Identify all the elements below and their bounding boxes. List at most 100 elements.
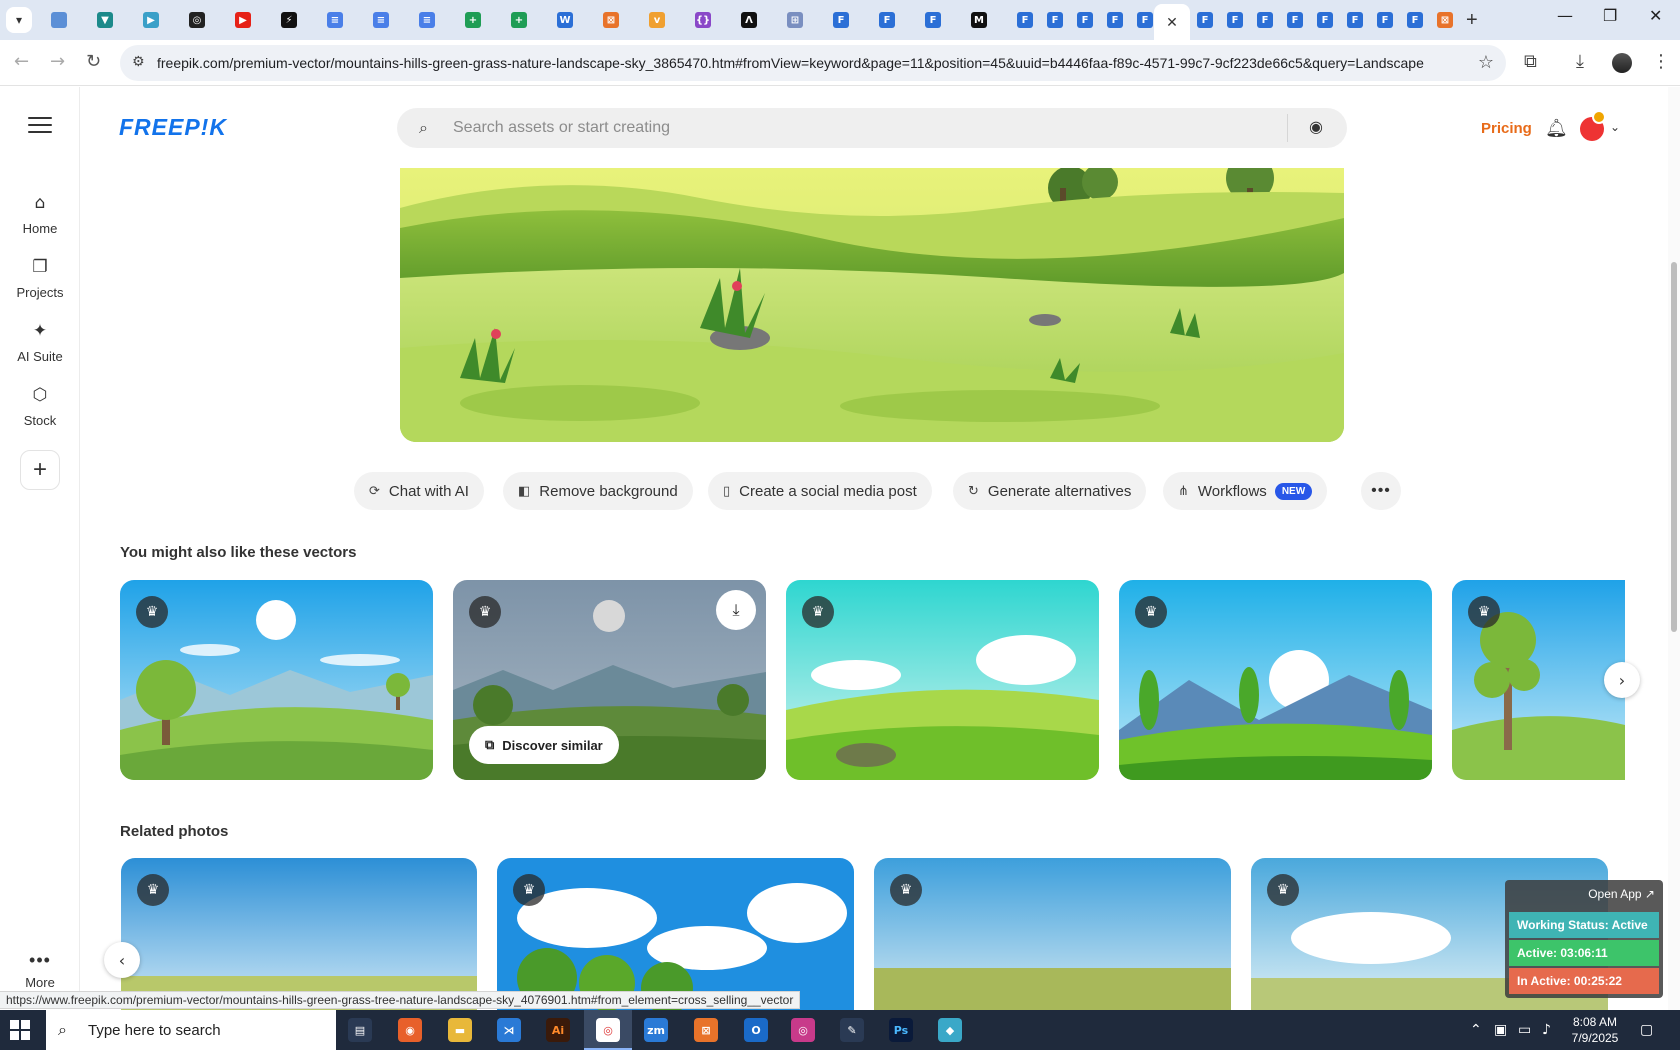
browser-profile-avatar[interactable]: [1612, 53, 1632, 73]
browser-tab[interactable]: ⊞: [783, 8, 807, 32]
browser-tab[interactable]: ≡: [415, 8, 439, 32]
browser-tab[interactable]: M: [967, 8, 991, 32]
minimize-window-button[interactable]: —: [1557, 6, 1573, 25]
tray-chevron-up-icon[interactable]: ⌃: [1470, 1022, 1482, 1038]
chat-with-ai-button[interactable]: ⟳ Chat with AI: [354, 472, 484, 510]
reload-icon[interactable]: ↻: [86, 51, 101, 72]
browser-tab[interactable]: F: [1013, 8, 1037, 32]
downloads-icon[interactable]: ⤓: [1576, 51, 1584, 72]
photo-card[interactable]: ♛: [121, 858, 477, 1010]
vscode-icon[interactable]: ⋊: [497, 1018, 521, 1042]
address-url[interactable]: freepik.com/premium-vector/mountains-hil…: [157, 55, 1424, 71]
illustrator-icon[interactable]: Ai: [546, 1018, 570, 1042]
volume-icon[interactable]: ♪: [1542, 1022, 1551, 1038]
forward-icon[interactable]: →: [50, 51, 65, 72]
back-icon[interactable]: ←: [14, 51, 29, 72]
browser-menu-icon[interactable]: ⋮: [1652, 51, 1670, 72]
tray-app-icon[interactable]: ▣: [1494, 1022, 1507, 1038]
windows-start-button[interactable]: [10, 1020, 30, 1040]
vector-card[interactable]: ♛: [120, 580, 433, 780]
restore-window-button[interactable]: ❐: [1603, 6, 1617, 25]
browser-tab[interactable]: F: [1103, 8, 1127, 32]
photo-card[interactable]: ♛: [874, 858, 1231, 1010]
browser-tab[interactable]: ▶: [139, 8, 163, 32]
active-tab[interactable]: ✕: [1154, 4, 1190, 40]
vector-card[interactable]: ♛: [1452, 580, 1625, 780]
photo-card[interactable]: ♛: [497, 858, 854, 1010]
freepik-logo[interactable]: FREEP!K: [119, 114, 227, 141]
page-scrollbar[interactable]: [1668, 87, 1680, 1010]
browser-tab[interactable]: v: [645, 8, 669, 32]
vector-card[interactable]: ♛: [786, 580, 1099, 780]
browser-tab[interactable]: ⊠: [599, 8, 623, 32]
pricing-link[interactable]: Pricing: [1481, 120, 1532, 137]
browser-tab[interactable]: ≡: [323, 8, 347, 32]
taskbar-clock[interactable]: 8:08 AM 7/9/2025: [1560, 1014, 1630, 1046]
browser-tab[interactable]: F: [1343, 8, 1367, 32]
scrollbar-thumb[interactable]: [1671, 262, 1677, 632]
zoom-icon[interactable]: zm: [644, 1018, 668, 1042]
file-explorer-icon[interactable]: ▬: [448, 1018, 472, 1042]
chrome-icon[interactable]: ◎: [596, 1018, 620, 1042]
browser-tab[interactable]: ⚡: [277, 8, 301, 32]
network-icon[interactable]: ▭: [1518, 1022, 1531, 1038]
app-diamond-icon[interactable]: ◆: [938, 1018, 962, 1042]
more-actions-button[interactable]: •••: [1361, 472, 1401, 510]
browser-tab[interactable]: [47, 8, 71, 32]
browser-tab[interactable]: F: [1283, 8, 1307, 32]
browser-tab[interactable]: F: [1043, 8, 1067, 32]
extensions-icon[interactable]: ⧉: [1524, 51, 1537, 72]
browser-tab[interactable]: F: [1253, 8, 1277, 32]
creative-cloud-icon[interactable]: ◎: [791, 1018, 815, 1042]
address-bar[interactable]: ⚙ freepik.com/premium-vector/mountains-h…: [120, 45, 1506, 81]
browser-tab[interactable]: ▼: [93, 8, 117, 32]
notifications-icon[interactable]: ▢: [1640, 1022, 1653, 1038]
add-button[interactable]: +: [20, 450, 60, 490]
browser-tab[interactable]: F: [1313, 8, 1337, 32]
browser-tab[interactable]: W: [553, 8, 577, 32]
browser-tab[interactable]: F: [1073, 8, 1097, 32]
browser-tab[interactable]: ≡: [369, 8, 393, 32]
browser-tab[interactable]: ⊠: [1433, 8, 1457, 32]
photoshop-icon[interactable]: Ps: [889, 1018, 913, 1042]
sidebar-item-ai-suite[interactable]: ✦ AI Suite: [0, 321, 80, 364]
sidebar-item-stock[interactable]: ⬡ Stock: [0, 385, 80, 428]
browser-tab[interactable]: ◎: [185, 8, 209, 32]
tab-search-button[interactable]: ▾: [6, 7, 32, 33]
sidebar-item-home[interactable]: ⌂ Home: [0, 193, 80, 236]
browser-tab[interactable]: {}: [691, 8, 715, 32]
browser-tab[interactable]: +: [461, 8, 485, 32]
sidebar-item-projects[interactable]: ❐ Projects: [0, 257, 80, 300]
remove-background-button[interactable]: ◧ Remove background: [503, 472, 693, 510]
notifications-bell-icon[interactable]: 🔔︎: [1545, 118, 1568, 139]
discover-similar-button[interactable]: ⧉ Discover similar: [469, 726, 619, 764]
browser-tab[interactable]: Λ: [737, 8, 761, 32]
open-app-link[interactable]: Open App ↗: [1588, 887, 1655, 901]
browser-tab[interactable]: F: [921, 8, 945, 32]
close-tab-icon[interactable]: ✕: [1166, 14, 1178, 31]
browser-tab[interactable]: F: [1403, 8, 1427, 32]
browser-tab[interactable]: F: [875, 8, 899, 32]
new-tab-button[interactable]: +: [1466, 8, 1478, 32]
browser-tab[interactable]: F: [829, 8, 853, 32]
camera-search-icon[interactable]: ◉: [1309, 117, 1323, 136]
xampp-icon[interactable]: ⊠: [694, 1018, 718, 1042]
pen-tool-icon[interactable]: ✎: [840, 1018, 864, 1042]
generate-alternatives-button[interactable]: ↻ Generate alternatives: [953, 472, 1147, 510]
create-social-post-button[interactable]: ▯ Create a social media post: [708, 472, 932, 510]
workflows-button[interactable]: ⋔ Workflows NEW: [1163, 472, 1328, 510]
browser-tab[interactable]: F: [1373, 8, 1397, 32]
hamburger-menu-icon[interactable]: [28, 117, 52, 138]
browser-tab[interactable]: F: [1223, 8, 1247, 32]
browser-tab[interactable]: F: [1193, 8, 1217, 32]
carousel-prev-button[interactable]: ‹: [104, 942, 140, 978]
firefox-icon[interactable]: ◉: [398, 1018, 422, 1042]
bookmark-star-icon[interactable]: ☆: [1478, 52, 1494, 73]
task-view-icon[interactable]: ▤: [348, 1018, 372, 1042]
taskbar-search[interactable]: ⌕ Type here to search: [46, 1010, 336, 1050]
vector-card-hovered[interactable]: ♛ ⤓ ⧉ Discover similar: [453, 580, 766, 780]
outlook-icon[interactable]: O: [744, 1018, 768, 1042]
carousel-next-button[interactable]: ›: [1604, 662, 1640, 698]
close-window-button[interactable]: ✕: [1649, 6, 1662, 25]
vector-card[interactable]: ♛: [1119, 580, 1432, 780]
